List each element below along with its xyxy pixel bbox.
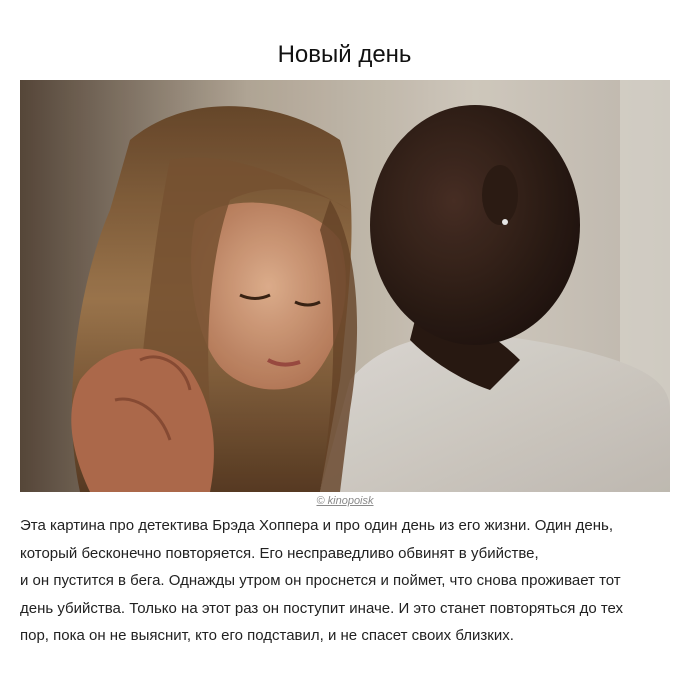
article-body: Эта картина про детектива Брэда Хоппера … xyxy=(20,512,670,650)
body-line: день убийства. Только на этот раз он пос… xyxy=(20,599,624,617)
body-line: пор, пока он не выяснит, кто его подстав… xyxy=(20,627,514,644)
body-line: и он пустится в бега. Однажды утром он п… xyxy=(20,572,621,589)
body-line: Эта картина про детектива Брэда Хоппера … xyxy=(20,517,614,534)
article-title: Новый день xyxy=(277,41,412,68)
body-line: который бесконечно повторяется. Его несп… xyxy=(20,544,539,562)
article: Новый день © kinopoisk Эта картина про д… xyxy=(0,0,679,696)
image-credit: © kinopoisk xyxy=(20,494,670,508)
image-credit-link[interactable]: © kinopoisk xyxy=(316,495,373,507)
movie-still-image xyxy=(20,80,670,492)
